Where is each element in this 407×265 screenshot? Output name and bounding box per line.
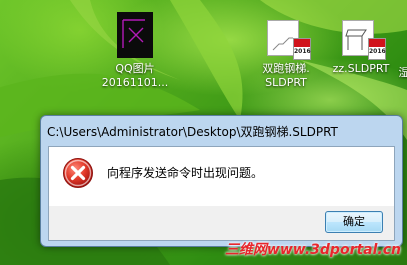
dialog-client-area: 向程序发送命令时出现问题。 确定 bbox=[48, 146, 395, 241]
error-message: 向程序发送命令时出现问题。 bbox=[107, 166, 264, 180]
desktop-icon-qq-image[interactable]: QQ图片 20161101... bbox=[93, 12, 177, 90]
desktop-icon-partial[interactable]: 湿 bbox=[398, 66, 407, 80]
error-dialog: C:\Users\Administrator\Desktop\双跑钢梯.SLDP… bbox=[40, 115, 403, 247]
desktop-icon-sldprt-stair[interactable]: 2016 双跑钢梯. SLDPRT bbox=[251, 20, 321, 90]
icon-label-line1: 双跑钢梯. bbox=[262, 62, 310, 75]
badge-year: 2016 bbox=[294, 48, 311, 55]
ok-button[interactable]: 确定 bbox=[325, 211, 383, 233]
icon-label-line1: QQ图片 bbox=[115, 62, 155, 75]
dialog-title[interactable]: C:\Users\Administrator\Desktop\双跑钢梯.SLDP… bbox=[47, 121, 396, 143]
icon-label-partial: 湿 bbox=[398, 66, 407, 79]
badge-year: 2016 bbox=[369, 48, 386, 55]
error-icon bbox=[63, 158, 93, 188]
sldprt-file-icon: 2016 bbox=[263, 20, 311, 60]
icon-label-line2: 20161101... bbox=[101, 76, 169, 89]
site-watermark: 三维网www.3dportal.cn bbox=[224, 242, 401, 258]
dark-image-preview bbox=[117, 12, 153, 58]
sldprt-file-icon: 2016 bbox=[338, 20, 386, 60]
icon-label-line2: SLDPRT bbox=[265, 76, 307, 89]
icon-label-line1: zz.SLDPRT bbox=[332, 62, 390, 75]
image-thumbnail-icon bbox=[117, 12, 153, 58]
solidworks-badge-icon: 2016 bbox=[368, 38, 386, 60]
dialog-message-area: 向程序发送命令时出现问题。 bbox=[49, 147, 394, 206]
solidworks-badge-icon: 2016 bbox=[293, 38, 311, 60]
desktop-icon-sldprt-zz[interactable]: 2016 zz.SLDPRT bbox=[326, 20, 396, 76]
